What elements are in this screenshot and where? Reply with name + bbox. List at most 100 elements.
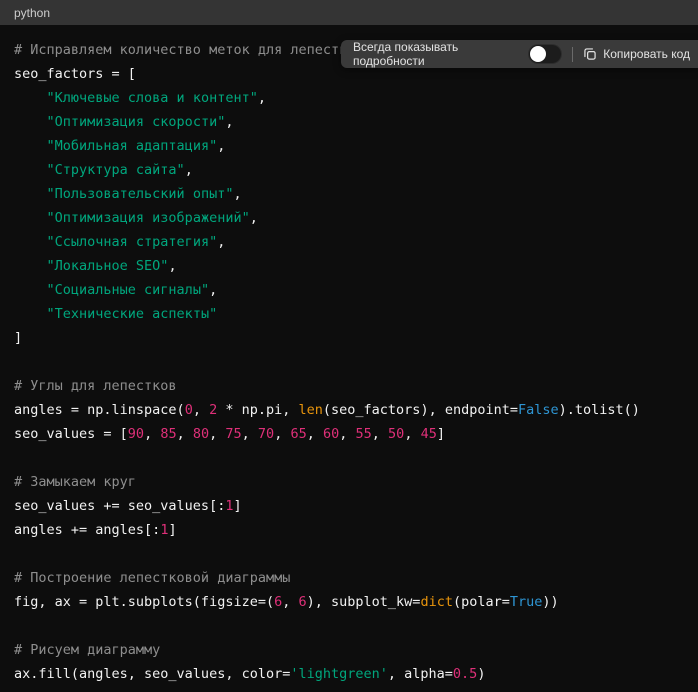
code-token-plain: , — [250, 210, 258, 226]
code-token-string: "Ссылочная стратегия" — [47, 234, 218, 250]
code-token-string: "Оптимизация изображений" — [47, 210, 250, 226]
code-line — [14, 446, 684, 470]
code-token-number: 75 — [225, 426, 241, 442]
code-token-plain: , — [274, 426, 290, 442]
code-token-number: 0.5 — [453, 666, 477, 682]
code-line: # Рисуем диаграмму — [14, 638, 684, 662]
code-token-plain: , — [339, 426, 355, 442]
code-token-plain: , — [193, 402, 209, 418]
code-token-plain: , — [307, 426, 323, 442]
code-token-string: "Пользовательский опыт" — [47, 186, 234, 202]
code-token-number: 90 — [128, 426, 144, 442]
code-token-number: 65 — [290, 426, 306, 442]
copy-label: Копировать код — [603, 47, 690, 61]
code-token-plain: seo_values = [ — [14, 426, 128, 442]
code-token-comment: # Построение лепестковой диаграммы — [14, 570, 290, 586]
code-line: ax.fill(angles, seo_values, color='light… — [14, 662, 684, 686]
code-token-plain: , — [404, 426, 420, 442]
code-token-number: 85 — [160, 426, 176, 442]
code-token-plain: , — [233, 186, 241, 202]
code-token-plain — [14, 234, 47, 250]
code-token-plain: , — [242, 426, 258, 442]
code-token-string: "Структура сайта" — [47, 162, 185, 178]
code-line: angles += angles[:1] — [14, 518, 684, 542]
code-block: # Исправляем количество меток для лепест… — [0, 25, 698, 686]
code-token-plain: ).tolist() — [559, 402, 640, 418]
code-token-plain — [14, 282, 47, 298]
code-token-plain — [14, 258, 47, 274]
code-token-plain: (polar= — [453, 594, 510, 610]
code-token-number: 70 — [258, 426, 274, 442]
code-token-number: 6 — [299, 594, 307, 610]
code-token-plain: ) — [477, 666, 485, 682]
copy-code-button[interactable]: Копировать код — [583, 47, 690, 61]
code-token-number: 50 — [388, 426, 404, 442]
code-token-plain: fig, ax = plt.subplots(figsize=( — [14, 594, 274, 610]
code-token-string: "Технические аспекты" — [47, 306, 218, 322]
code-token-plain: , — [217, 234, 225, 250]
code-token-plain — [14, 138, 47, 154]
details-toggle[interactable] — [528, 44, 562, 64]
code-token-string: "Оптимизация скорости" — [47, 114, 226, 130]
code-line: fig, ax = plt.subplots(figsize=(6, 6), s… — [14, 590, 684, 614]
code-token-plain: ), subplot_kw= — [307, 594, 421, 610]
code-line: "Пользовательский опыт", — [14, 182, 684, 206]
code-token-plain — [14, 162, 47, 178]
code-toolbar: Всегда показывать подробности Копировать… — [341, 40, 698, 68]
code-line — [14, 542, 684, 566]
code-token-plain: ] — [168, 522, 176, 538]
code-token-number: 60 — [323, 426, 339, 442]
code-token-number: 45 — [421, 426, 437, 442]
code-token-plain: ] — [233, 498, 241, 514]
code-line: # Замыкаем круг — [14, 470, 684, 494]
code-token-comment: # Рисуем диаграмму — [14, 642, 160, 658]
code-token-plain: seo_factors = [ — [14, 66, 136, 82]
code-token-string: "Локальное SEO" — [47, 258, 169, 274]
code-line — [14, 614, 684, 638]
copy-icon — [583, 47, 597, 61]
code-line: "Оптимизация изображений", — [14, 206, 684, 230]
code-line — [14, 350, 684, 374]
code-token-string: "Ключевые слова и контент" — [47, 90, 258, 106]
code-token-plain: , — [258, 90, 266, 106]
code-token-number: 0 — [185, 402, 193, 418]
code-line: "Социальные сигналы", — [14, 278, 684, 302]
code-token-plain: , — [144, 426, 160, 442]
code-line: "Оптимизация скорости", — [14, 110, 684, 134]
code-block-window: python # Исправляем количество меток для… — [0, 0, 698, 692]
code-token-plain: , — [168, 258, 176, 274]
code-token-plain: , — [177, 426, 193, 442]
code-token-comment: # Углы для лепестков — [14, 378, 177, 394]
code-line: # Углы для лепестков — [14, 374, 684, 398]
code-token-plain: seo_values += seo_values[: — [14, 498, 225, 514]
language-label: python — [14, 6, 50, 20]
code-line: "Структура сайта", — [14, 158, 684, 182]
code-line: "Мобильная адаптация", — [14, 134, 684, 158]
code-line: "Ссылочная стратегия", — [14, 230, 684, 254]
code-line: "Локальное SEO", — [14, 254, 684, 278]
code-line: # Построение лепестковой диаграммы — [14, 566, 684, 590]
code-token-keyword: True — [510, 594, 543, 610]
code-token-plain: , — [185, 162, 193, 178]
code-token-plain: , alpha= — [388, 666, 453, 682]
code-token-string: "Мобильная адаптация" — [47, 138, 218, 154]
code-token-number: 6 — [274, 594, 282, 610]
code-token-plain: , — [282, 594, 298, 610]
code-token-string: 'lightgreen' — [290, 666, 388, 682]
code-token-plain: * np.pi, — [217, 402, 298, 418]
code-token-plain — [14, 90, 47, 106]
code-line: angles = np.linspace(0, 2 * np.pi, len(s… — [14, 398, 684, 422]
code-token-plain: angles = np.linspace( — [14, 402, 185, 418]
code-line: ] — [14, 326, 684, 350]
code-token-plain — [14, 306, 47, 322]
code-token-builtin: dict — [420, 594, 453, 610]
code-token-plain: , — [372, 426, 388, 442]
code-token-plain: , — [225, 114, 233, 130]
code-token-comment: # Исправляем количество меток для лепест… — [14, 42, 364, 58]
code-line: seo_values = [90, 85, 80, 75, 70, 65, 60… — [14, 422, 684, 446]
code-token-plain: ] — [14, 330, 22, 346]
code-token-plain: , — [217, 138, 225, 154]
code-token-builtin: len — [299, 402, 323, 418]
code-token-keyword: False — [518, 402, 559, 418]
code-token-number: 80 — [193, 426, 209, 442]
